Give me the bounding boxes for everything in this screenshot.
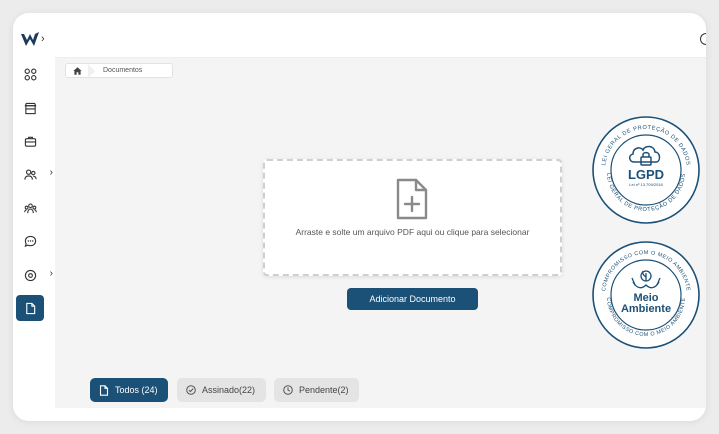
clock-icon bbox=[283, 385, 293, 395]
tab-all-label: Todos (24) bbox=[115, 385, 158, 395]
user-menu-icon[interactable] bbox=[700, 33, 706, 45]
settings-submenu-chevron-icon: › bbox=[49, 268, 53, 279]
settings-icon bbox=[24, 269, 36, 281]
add-file-icon bbox=[396, 178, 428, 220]
lgpd-subtitle: Lei nº 13.709/2018 bbox=[629, 182, 663, 187]
team-icon bbox=[23, 202, 37, 213]
sidebar-item-chat[interactable] bbox=[16, 228, 44, 254]
meio-ambiente-seal: COMPROMISSO COM O MEIO AMBIENTE COMPROMI… bbox=[592, 241, 700, 349]
home-icon bbox=[72, 66, 82, 75]
meio-title-line2: Ambiente bbox=[621, 303, 671, 315]
tab-signed[interactable]: Assinado(22) bbox=[177, 378, 266, 402]
sidebar-item-documents[interactable] bbox=[16, 295, 44, 321]
sidebar-item-dashboard[interactable] bbox=[16, 61, 44, 87]
tab-pending-label: Pendente(2) bbox=[299, 385, 349, 395]
sidebar-item-team[interactable] bbox=[16, 195, 44, 221]
lgpd-title: LGPD bbox=[628, 167, 664, 182]
sidebar-item-settings[interactable]: › bbox=[16, 262, 53, 288]
tab-pending[interactable]: Pendente(2) bbox=[274, 378, 359, 402]
app-window: › › › Documentos Arraste e solte um arqu… bbox=[13, 13, 706, 421]
document-icon bbox=[25, 302, 35, 314]
sidebar-item-briefcase[interactable] bbox=[16, 128, 44, 154]
tab-signed-label: Assinado(22) bbox=[202, 385, 256, 395]
breadcrumb-current: Documentos bbox=[103, 67, 143, 74]
brand-logo-icon[interactable] bbox=[20, 31, 40, 49]
sidebar-item-users[interactable]: › bbox=[16, 161, 53, 187]
check-circle-icon bbox=[186, 385, 196, 395]
breadcrumb: Documentos bbox=[65, 63, 173, 78]
briefcase-icon bbox=[24, 136, 36, 147]
lgpd-seal: LEI GERAL DE PROTEÇÃO DE DADOS LEI GERAL… bbox=[592, 116, 700, 224]
sidebar: › › › bbox=[13, 13, 55, 421]
users-icon bbox=[23, 168, 37, 180]
chat-bubble-icon bbox=[23, 235, 36, 247]
document-icon bbox=[99, 384, 109, 396]
main-content: Documentos Arraste e solte um arquivo PD… bbox=[55, 58, 706, 408]
users-submenu-chevron-icon: › bbox=[49, 167, 53, 178]
store-icon bbox=[24, 102, 36, 114]
tab-all[interactable]: Todos (24) bbox=[90, 378, 168, 402]
sidebar-item-store[interactable] bbox=[16, 95, 44, 121]
sidebar-expand-chevron-icon[interactable]: › bbox=[41, 32, 45, 46]
grid-icon bbox=[24, 68, 36, 80]
breadcrumb-home[interactable] bbox=[66, 64, 88, 77]
breadcrumb-separator bbox=[88, 63, 95, 78]
dropzone-instructions: Arraste e solte um arquivo PDF aqui ou c… bbox=[295, 227, 530, 237]
add-document-button[interactable]: Adicionar Documento bbox=[347, 288, 478, 310]
pdf-dropzone[interactable]: Arraste e solte um arquivo PDF aqui ou c… bbox=[263, 159, 562, 276]
